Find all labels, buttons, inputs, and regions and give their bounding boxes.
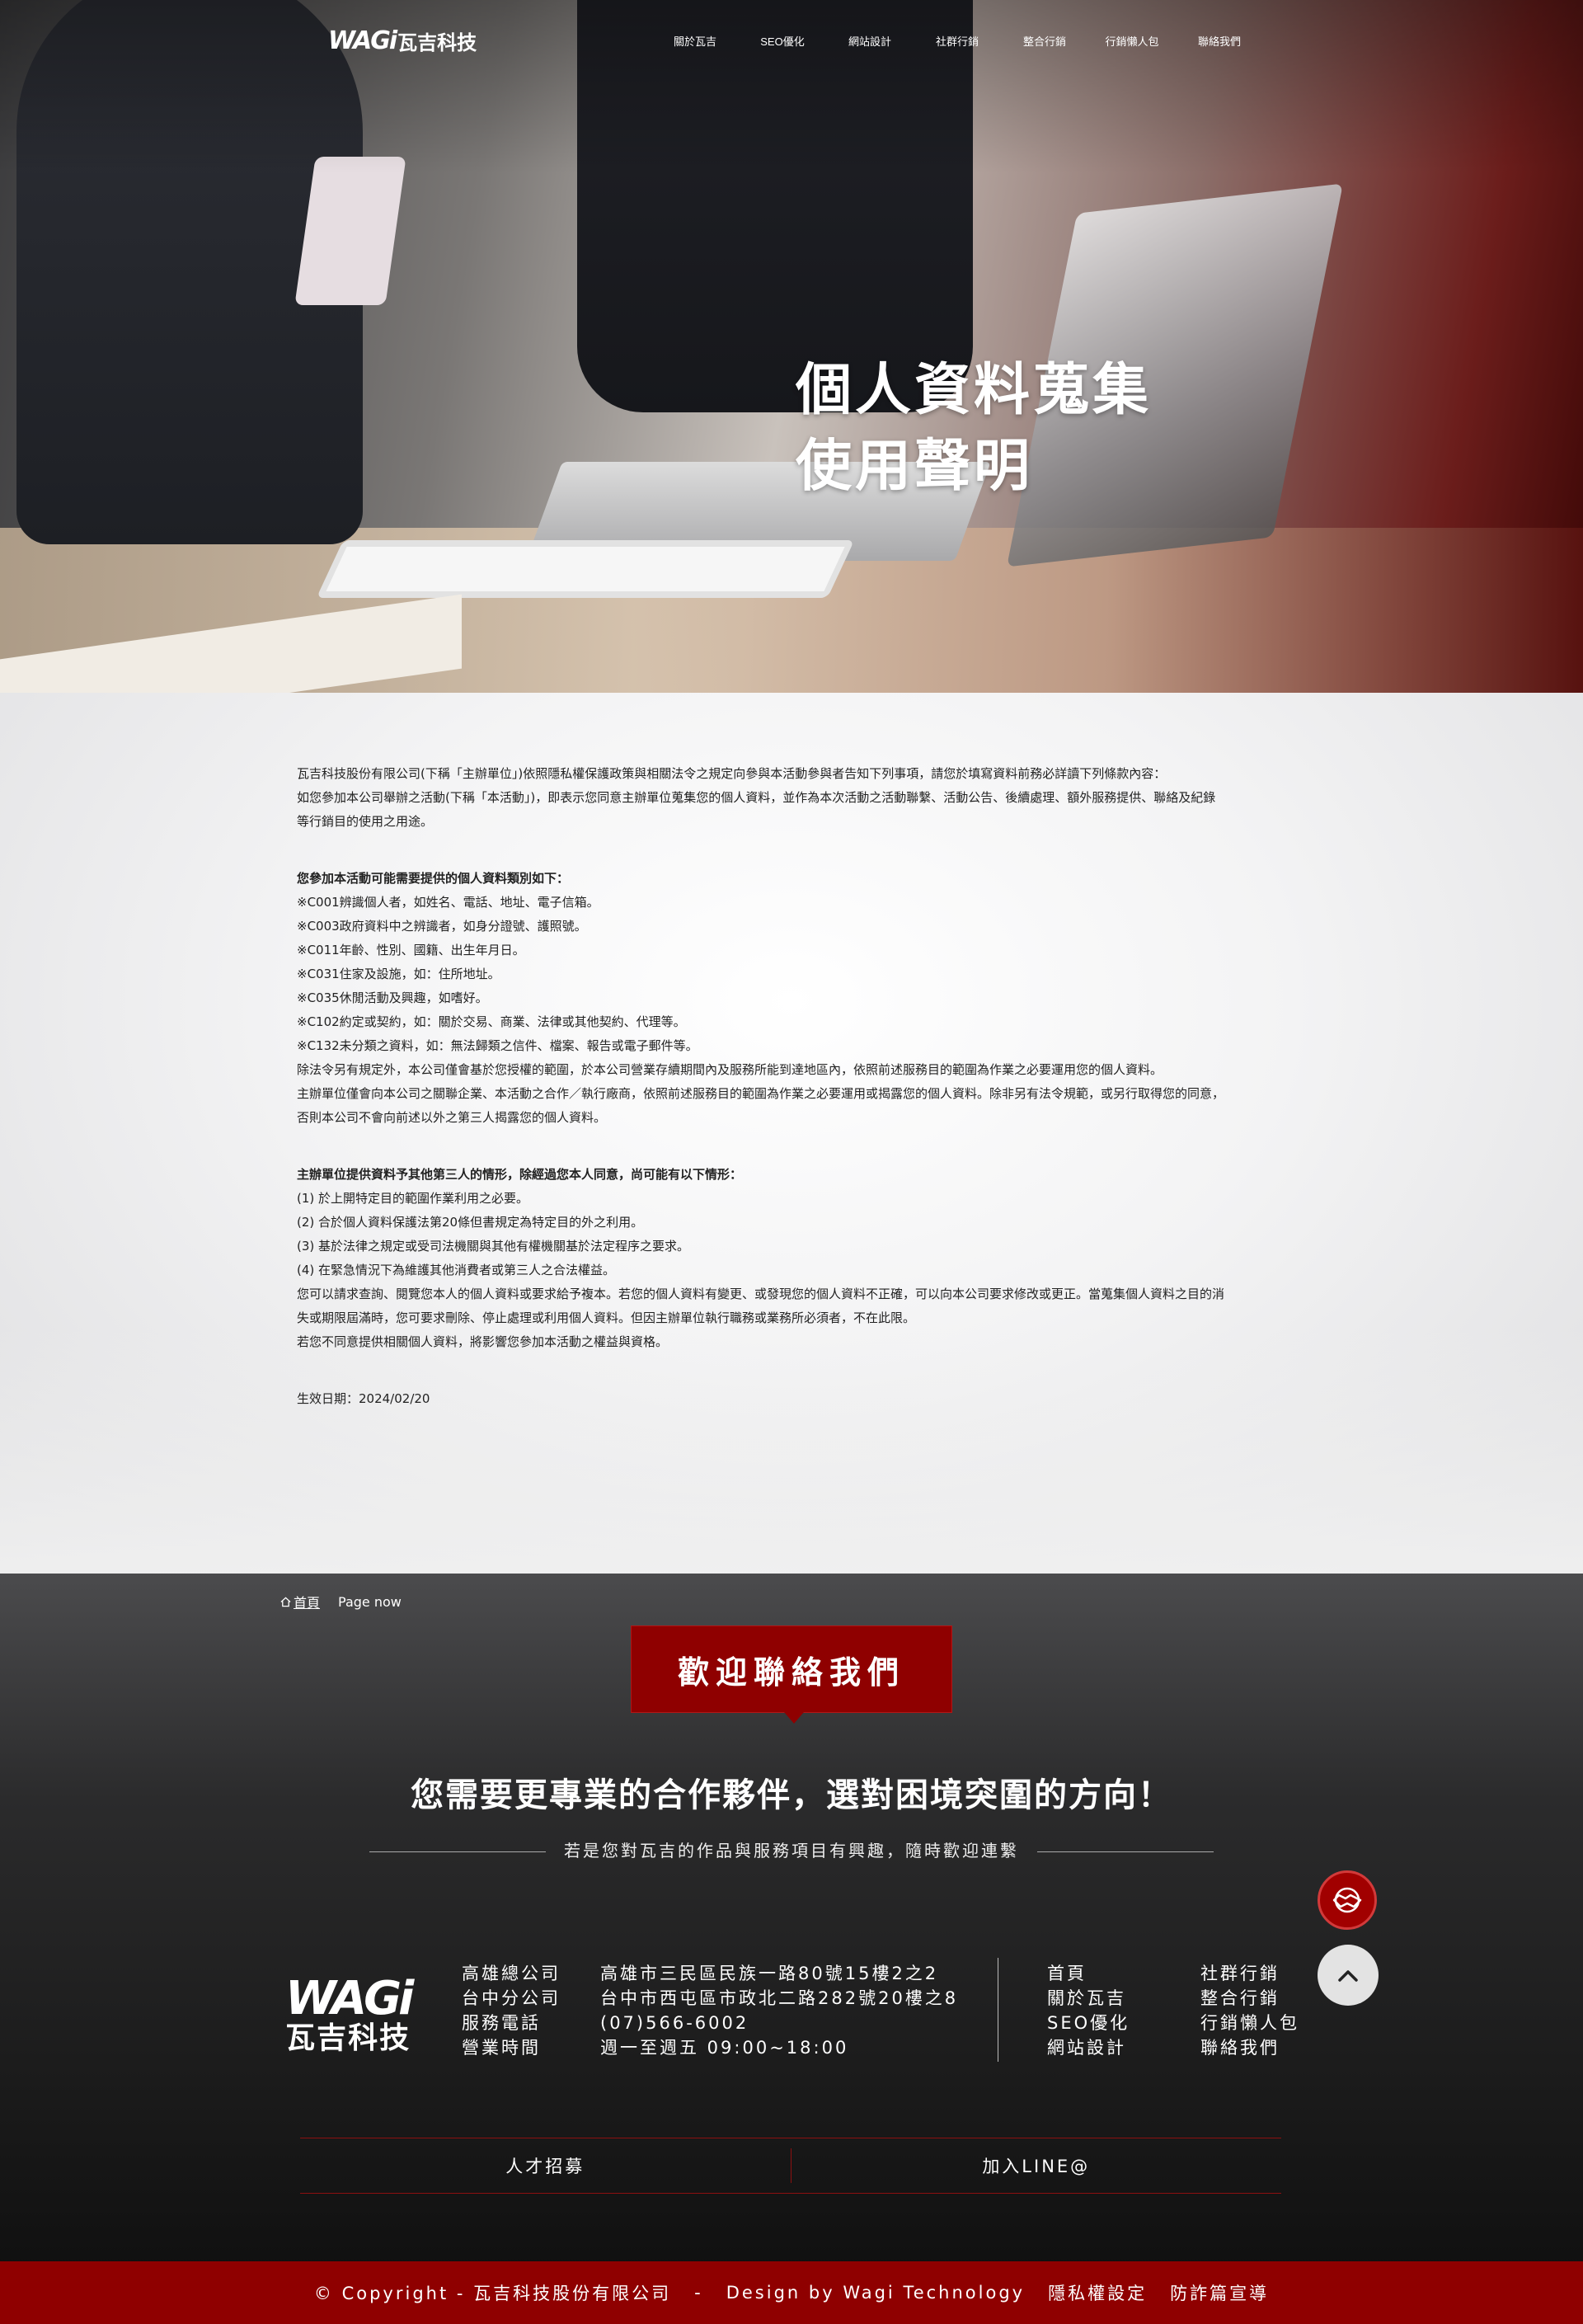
hero-banner: WAGi 瓦吉科技 關於瓦吉 SEO優化 網站設計 社群行銷 整合行銷 行銷懶人… [0, 0, 1583, 693]
section1-item: ※C011年齡、性別、國籍、出生年月日。 [297, 943, 525, 957]
intro-line: 如您參加本公司舉辦之活動(下稱「本活動」)，即表示您同意主辦單位蒐集您的個人資料… [297, 790, 1216, 805]
footer-link-seo[interactable]: SEO優化 [1047, 2011, 1200, 2035]
info-label: 高雄總公司 [462, 1964, 561, 1983]
chevron-up-icon [1338, 1970, 1358, 1982]
info-value: 週一至週五 09:00~18:00 [600, 2038, 849, 2058]
footer-link-integrated[interactable]: 整合行銷 [1200, 1986, 1324, 2011]
section1-heading: 您參加本活動可能需要提供的個人資料類別如下： [297, 871, 570, 886]
info-row: 營業時間 週一至週五 09:00~18:00 [462, 2035, 958, 2060]
section2-item: (2) 合於個人資料保護法第20條但書規定為特定目的外之利用。 [297, 1215, 644, 1230]
info-value: (07)566-6002 [600, 2013, 749, 2033]
logo-cn: 瓦吉科技 [397, 31, 477, 54]
privacy-settings-link[interactable]: 隱私權設定 [1048, 2280, 1147, 2305]
section1-item: ※C132未分類之資料，如：無法歸類之信件、檔案、報告或電子郵件等。 [297, 1038, 698, 1053]
section2-heading: 主辦單位提供資料予其他第三人的情形，除經過您本人同意，尚可能有以下情形： [297, 1167, 743, 1182]
section1-item: ※C003政府資料中之辨識者，如身分證號、護照號。 [297, 919, 587, 934]
info-row: 台中分公司 台中市西屯區市政北二路282號20樓之8 [462, 1986, 958, 2011]
section2-item: (3) 基於法律之規定或受司法機關與其他有權機關基於法定程序之要求。 [297, 1239, 690, 1254]
footer-link-marketing-pack[interactable]: 行銷懶人包 [1200, 2011, 1324, 2035]
contact-subline-wrap: 若是您對瓦吉的作品與服務項目有興趣，隨時歡迎連繫 [0, 1837, 1583, 1861]
footer-link-home[interactable]: 首頁 [1047, 1961, 1200, 1986]
menu-contact[interactable]: 聯絡我們 [1176, 33, 1263, 49]
section2-item: 失或期限屆滿時，您可要求刪除、停止處理或利用個人資料。但因主辦單位執行職務或業務… [297, 1310, 916, 1325]
footer-link-contact[interactable]: 聯絡我們 [1200, 2035, 1324, 2060]
info-row: 服務電話 (07)566-6002 [462, 2011, 958, 2035]
section1-item: 否則本公司不會向前述以外之第三人揭露您的個人資料。 [297, 1110, 607, 1125]
section1-item: ※C102約定或契約，如：關於交易、商業、法律或其他契約、代理等。 [297, 1014, 686, 1029]
section2-item: 您可以請求查詢、閱覽您本人的個人資料或要求給予複本。若您的個人資料有變更、或發現… [297, 1287, 1225, 1301]
footer-link-social[interactable]: 社群行銷 [1200, 1961, 1324, 1986]
home-icon [280, 1597, 291, 1607]
intro-line: 等行銷目的使用之用途。 [297, 814, 434, 829]
footer-link-about[interactable]: 關於瓦吉 [1047, 1986, 1200, 2011]
breadcrumb-home[interactable]: 首頁 [280, 1592, 320, 1611]
policy-document: 瓦吉科技股份有限公司(下稱「主辦單位」)依照隱私權保護政策與相關法令之規定向參與… [297, 762, 1286, 1411]
menu-about[interactable]: 關於瓦吉 [651, 33, 739, 49]
contact-subline: 若是您對瓦吉的作品與服務項目有興趣，隨時歡迎連繫 [564, 1841, 1019, 1861]
section1-item: 除法令另有規定外，本公司僅會基於您授權的範圍，於本公司營業存續期間內及服務所能到… [297, 1062, 1163, 1077]
site-logo[interactable]: WAGi 瓦吉科技 [328, 26, 477, 55]
info-row: 高雄總公司 高雄市三民區民族一路80號15樓2之2 [462, 1961, 958, 1986]
copyright-text: © Copyright - 瓦吉科技股份有限公司 [313, 2284, 672, 2303]
section1-item: ※C031住家及設施，如：住所地址。 [297, 967, 500, 981]
info-value: 台中市西屯區市政北二路282號20樓之8 [600, 1988, 959, 2008]
footer-logo-wordmark: WAGi [285, 1972, 414, 2025]
breadcrumb: 首頁 Page now [280, 1592, 402, 1611]
line-link[interactable]: 加入LINE@ [792, 2138, 1282, 2193]
breadcrumb-current: Page now [338, 1593, 402, 1610]
section1-item: 主辦單位僅會向本公司之關聯企業、本活動之合作／執行廠商，依照前述服務目的範圍為作… [297, 1086, 1225, 1101]
design-credit: Design by Wagi Technology [726, 2283, 1026, 2303]
anti-fraud-link[interactable]: 防詐篇宣導 [1170, 2280, 1269, 2305]
contact-tagline: 您需要更專業的合作夥伴，選對困境突圍的方向！ [411, 1776, 1172, 1814]
info-label: 營業時間 [462, 2038, 541, 2058]
company-info: 高雄總公司 高雄市三民區民族一路80號15樓2之2 台中分公司 台中市西屯區市政北二… [462, 1961, 958, 2060]
menu-social[interactable]: 社群行銷 [914, 33, 1001, 49]
info-value: 高雄市三民區民族一路80號15樓2之2 [600, 1964, 939, 1983]
contact-badge: 歡迎聯絡我們 [631, 1625, 952, 1724]
footer-logo[interactable]: WAGi 瓦吉科技 [285, 1972, 414, 2055]
footer-links: 首頁 社群行銷 關於瓦吉 整合行銷 SEO優化 行銷懶人包 網站設計 聯絡我們 [1047, 1961, 1324, 2060]
recruit-link[interactable]: 人才招募 [300, 2138, 791, 2193]
hero-shade [0, 0, 1583, 693]
divider-line [369, 1851, 546, 1852]
back-to-top-button[interactable] [1318, 1945, 1379, 2006]
section2-item: (1) 於上開特定目的範圍作業利用之必要。 [297, 1191, 529, 1206]
float-contact-button[interactable] [1318, 1870, 1377, 1930]
copyright-bar: © Copyright - 瓦吉科技股份有限公司 - Design by Wag… [0, 2261, 1583, 2324]
policy-content: 瓦吉科技股份有限公司(下稱「主辦單位」)依照隱私權保護政策與相關法令之規定向參與… [0, 693, 1583, 1574]
section1-item: ※C035休閒活動及興趣，如嗜好。 [297, 990, 488, 1005]
info-label: 台中分公司 [462, 1988, 561, 2008]
copyright-dash: - [694, 2283, 703, 2303]
menu-integrated[interactable]: 整合行銷 [1001, 33, 1088, 49]
info-label: 服務電話 [462, 2013, 541, 2033]
page-title-line1: 個人資料蒐集 [796, 358, 1153, 423]
section2-item: 若您不同意提供相關個人資料，將影響您參加本活動之權益與資格。 [297, 1334, 669, 1349]
menu-seo[interactable]: SEO優化 [739, 33, 826, 49]
menu-marketing-pack[interactable]: 行銷懶人包 [1088, 33, 1176, 49]
footer-bottom-links: 人才招募 加入LINE@ [300, 2138, 1281, 2194]
top-nav: WAGi 瓦吉科技 關於瓦吉 SEO優化 網站設計 社群行銷 整合行銷 行銷懶人… [0, 0, 1583, 82]
footer-logo-cn: 瓦吉科技 [285, 2021, 411, 2055]
page-title: 個人資料蒐集 使用聲明 [796, 353, 1152, 505]
section1-item: ※C001辨識個人者，如姓名、電話、地址、電子信箱。 [297, 895, 599, 910]
page-title-line2: 使用聲明 [796, 434, 1034, 499]
section2-item: (4) 在緊急情況下為維護其他消費者或第三人之合法權益。 [297, 1263, 616, 1277]
menu-web-design[interactable]: 網站設計 [826, 33, 914, 49]
main-menu: 關於瓦吉 SEO優化 網站設計 社群行銷 整合行銷 行銷懶人包 聯絡我們 [651, 33, 1263, 49]
handshake-icon [1332, 1887, 1362, 1913]
effective-date: 生效日期：2024/02/20 [297, 1391, 430, 1406]
breadcrumb-home-label: 首頁 [294, 1595, 321, 1611]
intro-line: 瓦吉科技股份有限公司(下稱「主辦單位」)依照隱私權保護政策與相關法令之規定向參與… [297, 766, 1167, 781]
divider-line [1037, 1851, 1214, 1852]
logo-wordmark: WAGi [328, 26, 397, 55]
footer-link-web-design[interactable]: 網站設計 [1047, 2035, 1200, 2060]
